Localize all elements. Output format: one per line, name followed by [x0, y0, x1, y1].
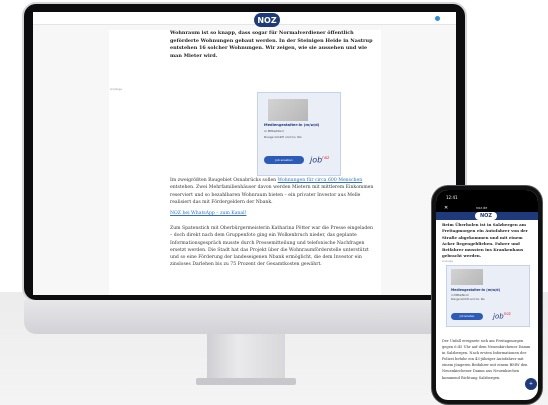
mobile-ad-label: Anzeige: [442, 259, 454, 263]
imac-stand: [207, 334, 285, 380]
status-time: 12:41: [446, 195, 458, 200]
desktop-browser-screen: Wohnraum ist so knapp, dass sogar für No…: [33, 12, 456, 295]
ad-brand-logo: jobnoz: [310, 155, 330, 165]
notification-icon[interactable]: [435, 16, 440, 21]
article-paragraph-1: Im zweigrößten Baugebiet Osnabrücks soll…: [170, 178, 374, 205]
mobile-ad-view-job-button[interactable]: Job ansehen: [451, 313, 483, 320]
article-paragraph-2: Zum Spatenstich mit Oberbürgermeisterin …: [170, 226, 373, 268]
ad-view-job-button[interactable]: Job ansehen: [264, 156, 304, 164]
browser-header: [33, 12, 456, 25]
mobile-floating-action-button[interactable]: +: [525, 378, 537, 390]
mobile-ad-company-logo: [451, 269, 483, 285]
ad-company: Runge GmbH und Co. KG: [264, 135, 302, 139]
mobile-job-ad[interactable]: Mediengestalter:in (m/w/d) in Mitte/Nord…: [446, 265, 530, 327]
mobile-ad-company: Runge GmbH und Co. KG: [451, 297, 485, 301]
ad-label: Anzeige: [110, 87, 122, 91]
ad-company-logo: [268, 99, 308, 121]
mobile-browser-screen: 12:41 ✕ noz.de NOZ Beim Überholen ist in…: [436, 190, 538, 400]
ad-title: Mediengestalter:in (m/w/d): [264, 123, 320, 127]
mobile-article-lead: Beim Überholen ist in Salzbergen am Frei…: [442, 222, 528, 259]
imac-chin: [24, 300, 465, 334]
article-lead: Wohnraum ist so knapp, dass sogar für No…: [170, 30, 373, 59]
imac-stand-foot: [196, 378, 296, 385]
whatsapp-channel-link[interactable]: NOZ bei WhatsApp – zum Kanal!: [170, 211, 246, 216]
site-logo[interactable]: NOZ: [254, 13, 280, 27]
close-icon[interactable]: ✕: [444, 205, 448, 211]
iphone-device: 12:41 ✕ noz.de NOZ Beim Überholen ist in…: [432, 186, 542, 404]
mobile-article-paragraph: Der Unfall ereignete sich am Freitagmorg…: [442, 339, 531, 380]
dynamic-island: [472, 193, 500, 200]
mobile-url[interactable]: noz.de: [476, 206, 487, 210]
mobile-site-logo[interactable]: NOZ: [475, 212, 497, 220]
mobile-ad-brand-logo: jobnoz: [493, 311, 511, 321]
article-body: Wohnraum ist so knapp, dass sogar für No…: [109, 30, 381, 295]
mobile-ad-title: Mediengestalter:in (m/w/d): [451, 288, 501, 292]
apartments-link[interactable]: Wohnungen für circa 600 Menschen: [278, 178, 363, 183]
ad-subtitle: in Mitte/Nord: [264, 129, 284, 133]
job-ad[interactable]: Mediengestalter:in (m/w/d) in Mitte/Nord…: [257, 92, 341, 176]
